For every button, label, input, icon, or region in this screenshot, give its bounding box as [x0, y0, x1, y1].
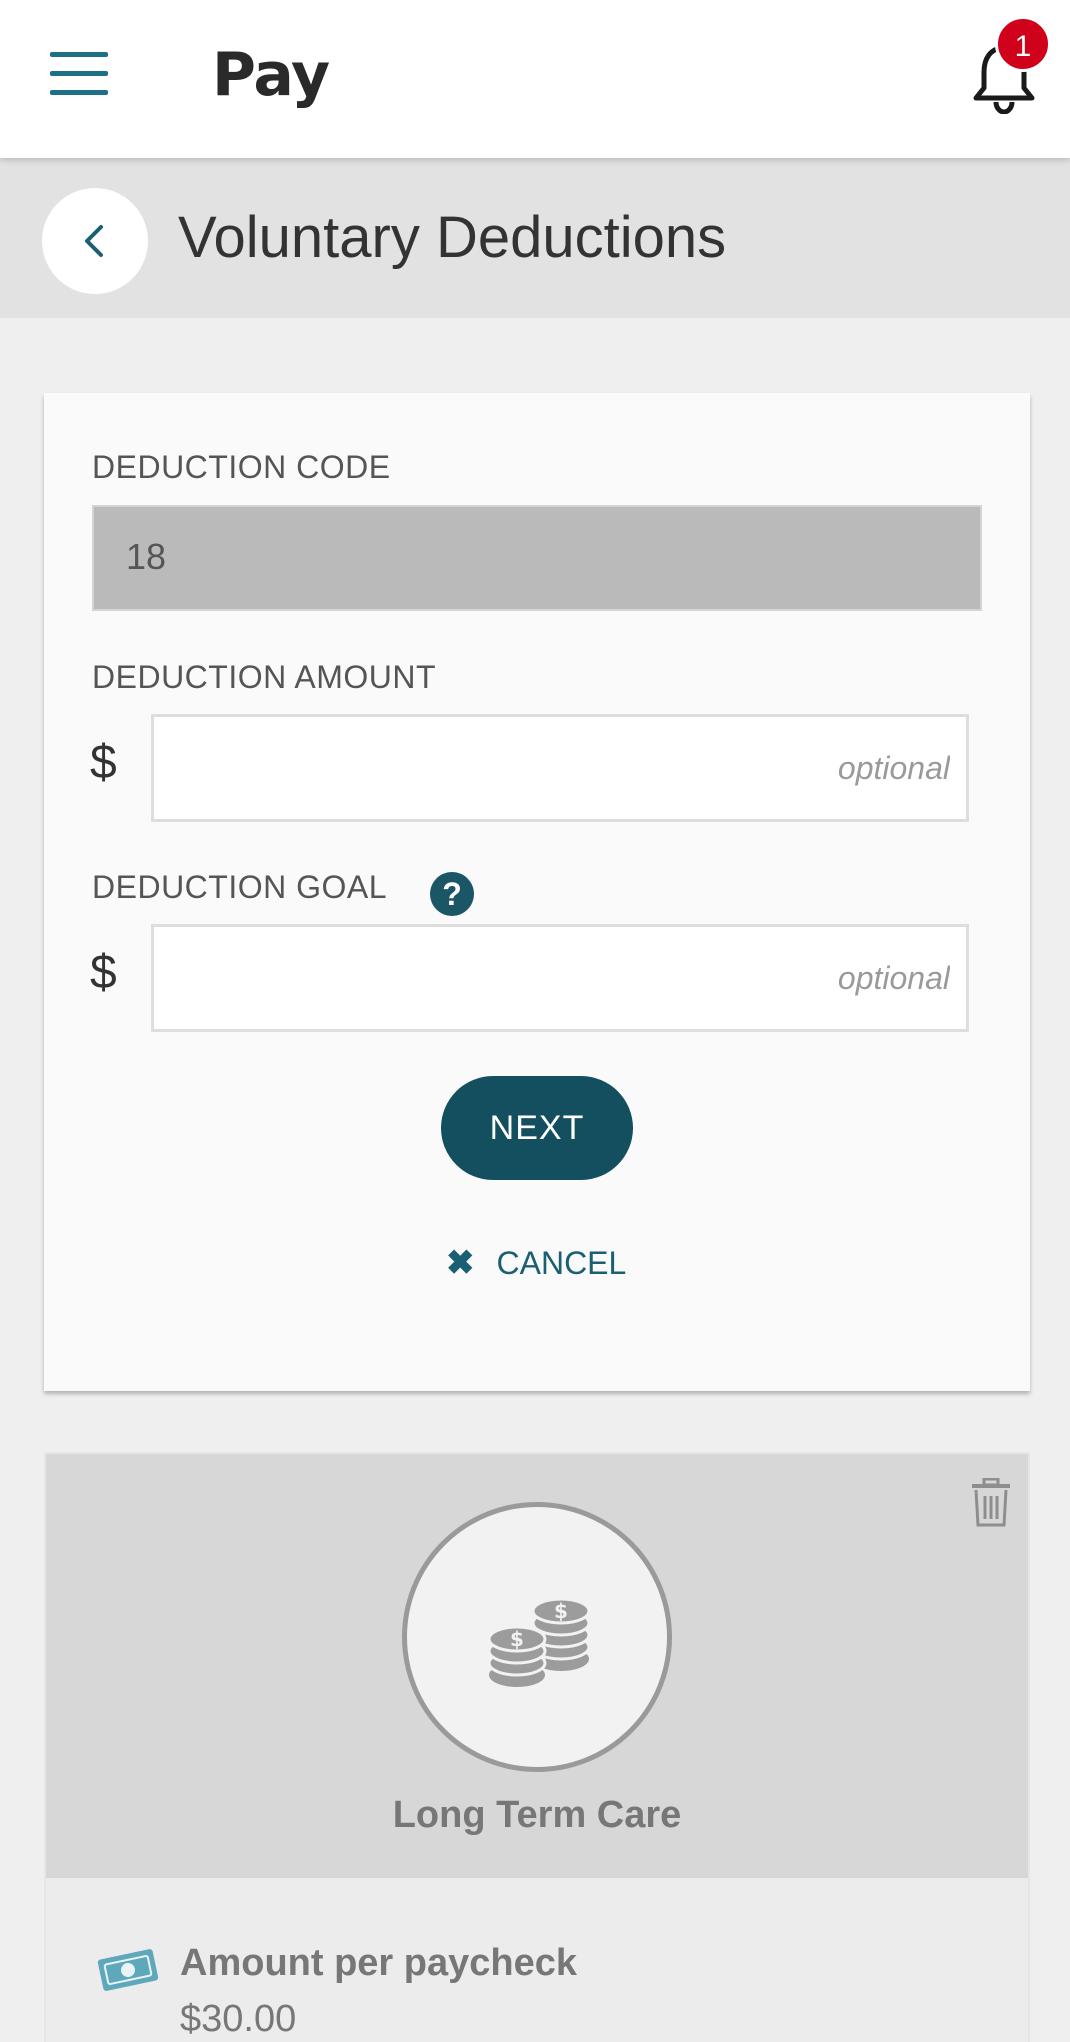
next-button[interactable]: NEXT — [441, 1076, 633, 1180]
app-title: Pay — [212, 40, 330, 110]
svg-text:$: $ — [554, 1599, 568, 1623]
deduction-amount-input[interactable] — [151, 714, 969, 822]
amount-per-paycheck-value: $30.00 — [180, 1998, 297, 2040]
deduction-code-field: 18 — [92, 505, 982, 611]
trash-icon[interactable] — [970, 1477, 1012, 1533]
svg-text:$: $ — [510, 1627, 524, 1651]
deduction-item-card: $ $ Long Term Care Amount per paycheck $… — [44, 1452, 1030, 2042]
cancel-button[interactable]: ✖ CANCEL — [446, 1241, 626, 1285]
help-icon[interactable]: ? — [430, 872, 474, 916]
chevron-left-icon — [85, 225, 103, 257]
deduction-icon-circle: $ $ — [402, 1502, 672, 1772]
deduction-goal-input[interactable] — [151, 924, 969, 1032]
hamburger-menu-icon[interactable] — [50, 52, 108, 96]
deduction-form-card: DEDUCTION CODE 18 DEDUCTION AMOUNT $ DED… — [44, 393, 1030, 1391]
amount-currency-symbol: $ — [90, 736, 117, 789]
amount-per-paycheck-label: Amount per paycheck — [180, 1942, 577, 1984]
top-bar: Pay 1 — [0, 0, 1070, 158]
deduction-goal-label: DEDUCTION GOAL — [92, 869, 388, 905]
deduction-name: Long Term Care — [392, 1794, 682, 1836]
cancel-label: CANCEL — [496, 1244, 627, 1281]
deduction-item-header: $ $ Long Term Care — [46, 1454, 1028, 1878]
back-button[interactable] — [42, 188, 148, 294]
deduction-code-label: DEDUCTION CODE — [92, 449, 391, 485]
page-title: Voluntary Deductions — [178, 205, 727, 270]
goal-currency-symbol: $ — [90, 946, 117, 999]
coin-stack-icon: $ $ — [487, 1597, 591, 1687]
close-icon: ✖ — [446, 1244, 475, 1282]
page-header: Voluntary Deductions — [0, 158, 1070, 318]
notification-badge: 1 — [995, 16, 1051, 72]
money-icon — [96, 1948, 160, 1997]
deduction-amount-label: DEDUCTION AMOUNT — [92, 659, 436, 695]
